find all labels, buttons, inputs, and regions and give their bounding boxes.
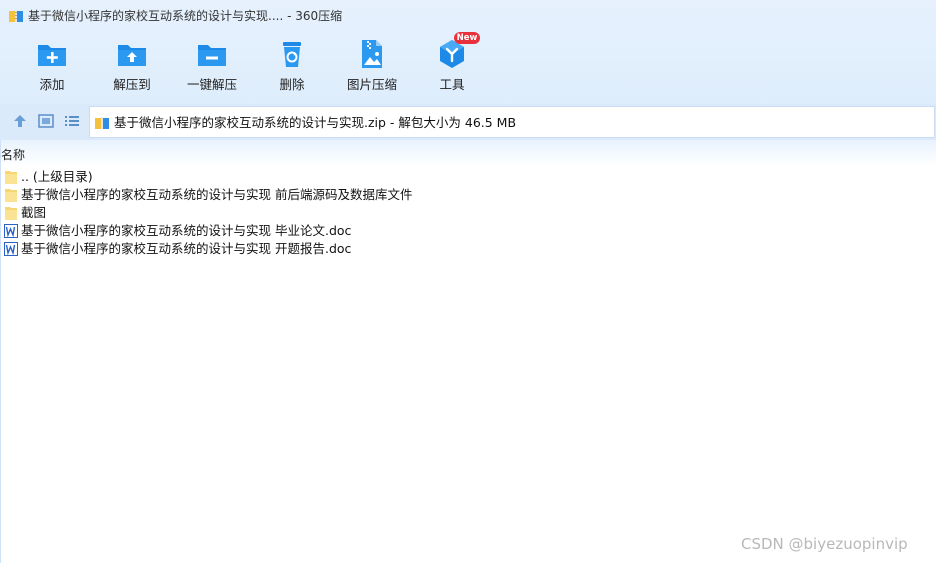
add-button[interactable]: 添加 xyxy=(12,36,92,100)
column-header-name[interactable]: 名称 xyxy=(1,148,25,162)
add-label: 添加 xyxy=(39,77,65,92)
one-click-extract-icon xyxy=(196,38,228,70)
folder-icon xyxy=(4,169,18,185)
add-folder-icon xyxy=(36,38,68,70)
recycle-bin-icon xyxy=(276,38,308,70)
watermark-text: CSDN @biyezuopinvip xyxy=(741,535,908,553)
main-toolbar: 添加 解压到 一键解压 删除 图片压缩 工具 xyxy=(0,36,560,100)
list-view-icon[interactable] xyxy=(63,112,81,130)
top-panel: 基于微信小程序的家校互动系统的设计与实现.... - 360压缩 添加 解压到 … xyxy=(0,0,936,104)
file-name: 基于微信小程序的家校互动系统的设计与实现 毕业论文.doc xyxy=(21,223,352,238)
navigation-bar: 基于微信小程序的家校互动系统的设计与实现.zip - 解包大小为 46.5 MB xyxy=(0,104,936,140)
tools-button[interactable]: 工具 xyxy=(412,36,492,100)
extract-to-icon xyxy=(116,38,148,70)
image-compress-label: 图片压缩 xyxy=(346,77,397,92)
one-click-extract-button[interactable]: 一键解压 xyxy=(172,36,252,100)
one-click-extract-label: 一键解压 xyxy=(186,77,237,92)
image-compress-icon xyxy=(356,38,388,70)
delete-button[interactable]: 删除 xyxy=(252,36,332,100)
thumbnail-view-icon[interactable] xyxy=(37,112,55,130)
new-badge: New xyxy=(454,32,480,44)
delete-label: 删除 xyxy=(279,77,305,92)
list-item[interactable]: 截图 xyxy=(0,204,936,222)
folder-icon xyxy=(4,205,18,221)
archive-path-text: 基于微信小程序的家校互动系统的设计与实现.zip - 解包大小为 46.5 MB xyxy=(114,115,517,130)
list-item[interactable]: 基于微信小程序的家校互动系统的设计与实现 开题报告.doc xyxy=(0,240,936,258)
word-doc-icon xyxy=(4,241,18,257)
file-list: .. (上级目录) 基于微信小程序的家校互动系统的设计与实现 前后端源码及数据库… xyxy=(0,168,936,258)
path-bar[interactable]: 基于微信小程序的家校互动系统的设计与实现.zip - 解包大小为 46.5 MB xyxy=(89,106,935,138)
zip-archive-icon xyxy=(94,115,110,131)
list-item[interactable]: 基于微信小程序的家校互动系统的设计与实现 前后端源码及数据库文件 xyxy=(0,186,936,204)
file-name: 基于微信小程序的家校互动系统的设计与实现 开题报告.doc xyxy=(21,241,352,256)
extract-to-button[interactable]: 解压到 xyxy=(92,36,172,100)
tools-label: 工具 xyxy=(439,77,465,92)
list-item-parent-directory[interactable]: .. (上级目录) xyxy=(0,168,936,186)
title-bar: 基于微信小程序的家校互动系统的设计与实现.... - 360压缩 xyxy=(0,0,936,32)
zip-archive-icon xyxy=(8,8,24,24)
file-name: 基于微信小程序的家校互动系统的设计与实现 前后端源码及数据库文件 xyxy=(21,187,413,202)
folder-icon xyxy=(4,187,18,203)
window-title: 基于微信小程序的家校互动系统的设计与实现.... - 360压缩 xyxy=(28,9,343,23)
file-list-header: 名称 xyxy=(0,140,936,166)
extract-to-label: 解压到 xyxy=(113,77,151,92)
up-arrow-icon[interactable] xyxy=(11,112,29,130)
file-name: .. (上级目录) xyxy=(21,169,93,184)
word-doc-icon xyxy=(4,223,18,239)
image-compress-button[interactable]: 图片压缩 xyxy=(332,36,412,100)
list-item[interactable]: 基于微信小程序的家校互动系统的设计与实现 毕业论文.doc xyxy=(0,222,936,240)
file-name: 截图 xyxy=(21,205,47,220)
